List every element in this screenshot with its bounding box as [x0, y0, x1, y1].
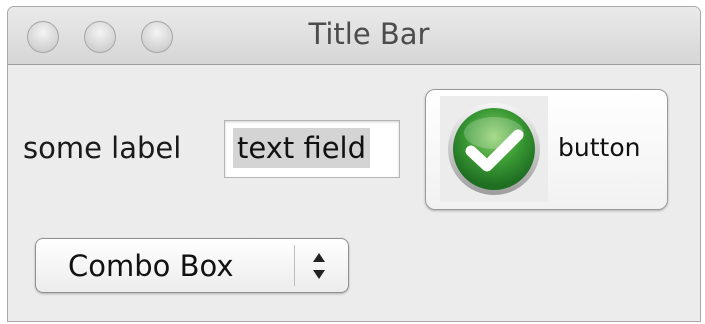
combo-divider	[294, 245, 295, 286]
app-window: Title Bar some label text field button C…	[7, 6, 701, 322]
checkmark-icon	[448, 103, 540, 195]
check-button[interactable]: button	[425, 89, 668, 210]
button-label: button	[558, 133, 641, 162]
window-title: Title Bar	[308, 17, 430, 51]
combo-box-value: Combo Box	[68, 249, 234, 283]
checkmark-icon-frame	[440, 96, 548, 202]
combo-box[interactable]: Combo Box	[35, 238, 349, 293]
text-field[interactable]: text field	[224, 120, 400, 178]
some-label: some label	[23, 131, 182, 165]
up-down-arrows-icon	[313, 253, 325, 279]
title-bar[interactable]: Title Bar	[8, 7, 700, 65]
text-field-value: text field	[233, 128, 371, 168]
